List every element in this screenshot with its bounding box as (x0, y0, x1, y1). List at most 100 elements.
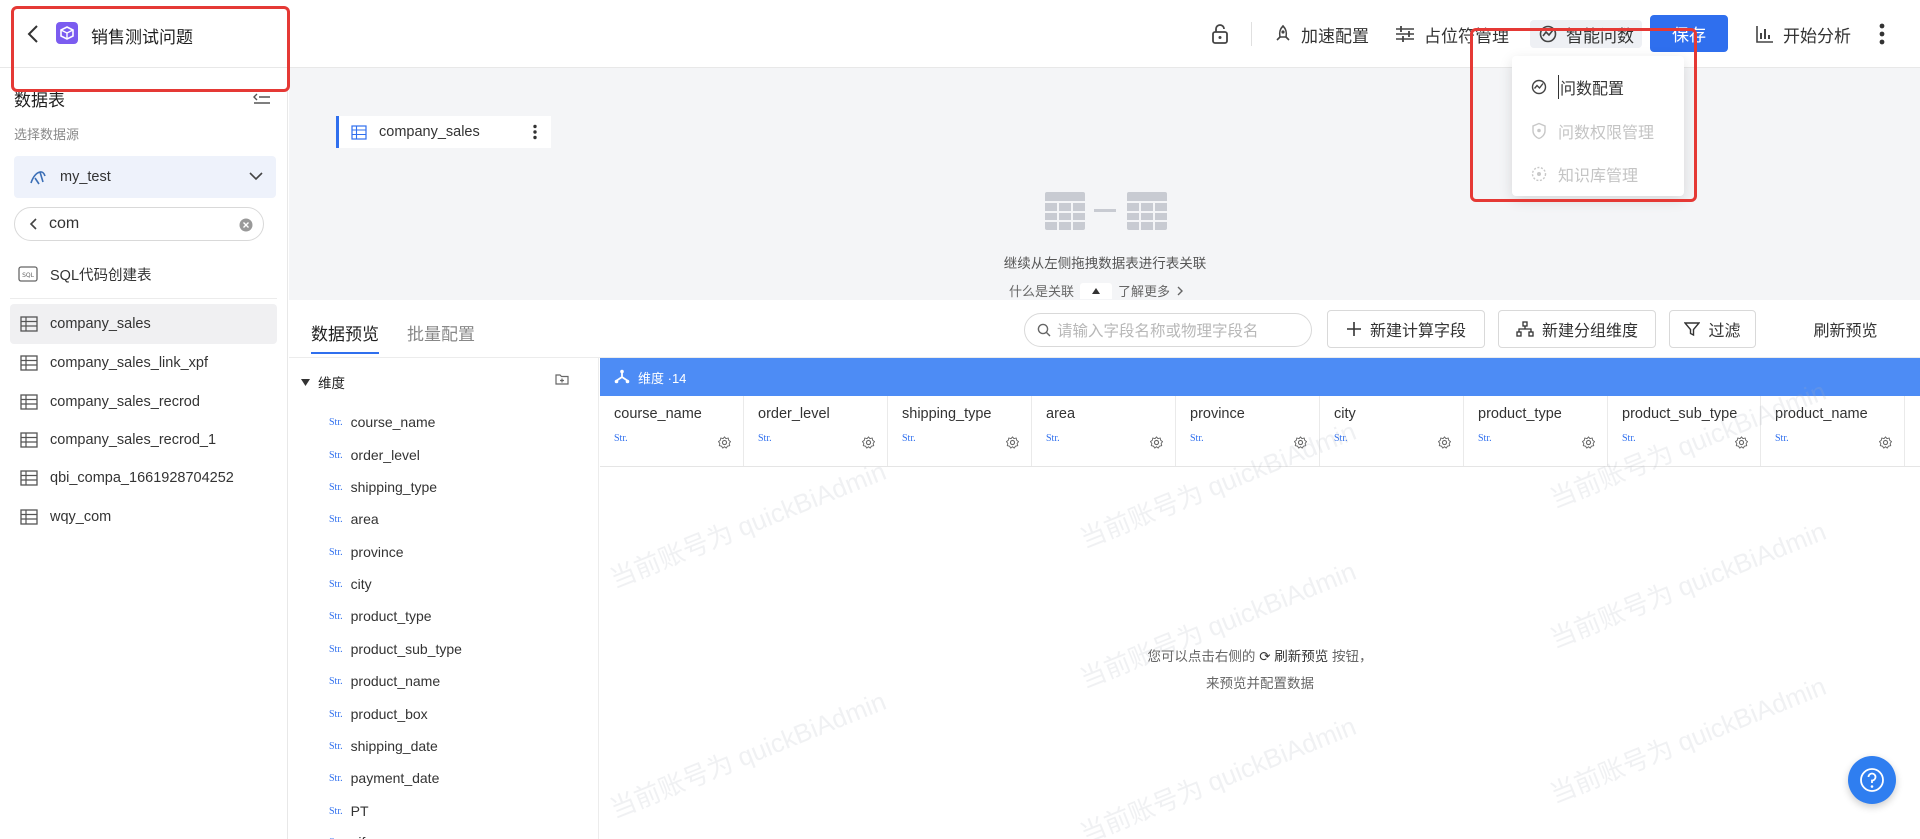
clear-icon[interactable] (239, 218, 253, 232)
join-tables-illustration (1045, 190, 1167, 232)
gear-icon[interactable] (1006, 436, 1019, 449)
lock-icon[interactable] (1209, 22, 1231, 46)
collapse-toggle[interactable] (1080, 282, 1113, 299)
help-button[interactable] (1848, 756, 1896, 804)
field-name: product_sub_type (350, 641, 462, 657)
search-back-icon[interactable] (27, 216, 39, 232)
column-header[interactable]: product_sub_type Str. (1608, 396, 1761, 466)
sql-create-table-button[interactable]: SQL SQL代码创建表 (10, 254, 277, 294)
table-icon (20, 470, 38, 486)
table-icon (351, 124, 367, 140)
save-button[interactable]: 保存 (1650, 15, 1728, 52)
table-item-label: wqy_com (50, 509, 112, 525)
back-icon[interactable] (24, 22, 44, 46)
string-type-icon: Str. (1334, 433, 1348, 444)
table-icon (20, 509, 38, 525)
field-name: payment_date (350, 770, 440, 786)
gear-icon[interactable] (1582, 436, 1595, 449)
dimension-header-bar: 维度 ·14 (600, 358, 1920, 396)
column-header[interactable]: province Str. (1176, 396, 1320, 466)
field-item[interactable]: Str. city (329, 574, 372, 594)
join-help-link[interactable]: 什么是关联 了解更多 (1009, 281, 1184, 300)
field-item[interactable]: Str. product_sub_type (329, 639, 462, 659)
tab-batch-config[interactable]: 批量配置 (407, 320, 475, 345)
menu-item-query-permission[interactable]: 问数权限管理 (1530, 114, 1654, 148)
field-item[interactable]: Str.pifa (329, 832, 373, 839)
field-item[interactable]: Str. product_type (329, 606, 432, 626)
string-type-icon: Str. (758, 433, 772, 444)
field-item[interactable]: Str. area (329, 509, 379, 529)
table-search-input[interactable]: com (14, 207, 264, 241)
string-type-icon: Str. (329, 675, 343, 687)
column-header[interactable]: order_level Str. (744, 396, 888, 466)
gear-icon[interactable] (1879, 436, 1892, 449)
column-header[interactable]: product_type Str. (1464, 396, 1608, 466)
datasource-value: my_test (60, 169, 111, 185)
new-calc-field-button[interactable]: 新建计算字段 (1327, 310, 1485, 348)
table-item-company_sales_link_xpf[interactable]: company_sales_link_xpf (10, 343, 277, 383)
column-name: product_type (1478, 406, 1562, 422)
filter-button[interactable]: 过滤 (1669, 310, 1756, 348)
gear-icon[interactable] (1438, 436, 1451, 449)
column-name: order_level (758, 406, 830, 422)
table-item-wqy_com[interactable]: wqy_com (10, 497, 277, 537)
field-item[interactable]: Str. shipping_date (329, 736, 438, 756)
menu-item-label: 问数权限管理 (1558, 125, 1655, 142)
svg-text:SQL: SQL (22, 272, 35, 279)
table-icon (20, 432, 38, 448)
column-header[interactable]: area Str. (1032, 396, 1176, 466)
speed-config-button[interactable]: 加速配置 (1273, 20, 1369, 48)
field-item[interactable]: Str. province (329, 542, 404, 562)
add-folder-icon[interactable] (555, 373, 569, 385)
dataset-icon (56, 22, 78, 44)
field-item[interactable]: Str. product_box (329, 704, 428, 724)
field-item[interactable]: Str. shipping_type (329, 477, 437, 497)
more-vertical-icon[interactable] (533, 124, 537, 140)
more-vertical-icon[interactable] (1876, 20, 1888, 48)
new-group-dimension-button[interactable]: 新建分组维度 (1498, 310, 1656, 348)
field-item[interactable]: Str. course_name (329, 412, 435, 432)
join-help-right: 了解更多 (1118, 284, 1171, 299)
string-type-icon: Str. (329, 805, 343, 817)
table-item-qbi_compa[interactable]: qbi_compa_1661928704252 (10, 458, 277, 498)
dimension-group-toggle[interactable]: 维度 (301, 372, 345, 392)
refresh-preview-button[interactable]: 刷新预览 (1772, 310, 1895, 348)
column-header[interactable]: product_name Str. (1761, 396, 1905, 466)
empty-state-refresh-link[interactable]: 刷新预览 (1274, 649, 1328, 664)
gear-icon[interactable] (1150, 436, 1163, 449)
inline-refresh-icon: ⟳ (1259, 649, 1271, 664)
gear-icon[interactable] (1735, 436, 1748, 449)
column-name: area (1046, 406, 1076, 422)
smart-query-button[interactable]: 智能问数 (1530, 20, 1642, 48)
datasource-select[interactable]: my_test (14, 156, 276, 198)
tab-data-preview[interactable]: 数据预览 (311, 320, 379, 345)
table-item-company_sales[interactable]: company_sales (10, 304, 277, 344)
menu-item-knowledge-base[interactable]: 知识库管理 (1530, 157, 1638, 191)
column-header[interactable]: city Str. (1320, 396, 1464, 466)
column-name: province (1190, 406, 1245, 422)
start-analysis-button[interactable]: 开始分析 (1755, 20, 1851, 48)
collapse-panel-icon[interactable] (253, 89, 271, 105)
string-type-icon: Str. (329, 643, 343, 655)
gear-icon[interactable] (862, 436, 875, 449)
table-card[interactable]: company_sales (336, 116, 551, 148)
column-header[interactable]: shipping_type Str. (888, 396, 1032, 466)
table-item-company_sales_recrod_1[interactable]: company_sales_recrod_1 (10, 420, 277, 460)
menu-item-query-config[interactable]: 问数配置 (1530, 70, 1624, 104)
field-item[interactable]: Str. product_name (329, 671, 440, 691)
menu-item-label: 问数配置 (1558, 75, 1624, 99)
string-type-icon: Str. (1622, 433, 1636, 444)
field-item[interactable]: Str. payment_date (329, 768, 439, 788)
gear-icon[interactable] (1294, 436, 1307, 449)
table-item-company_sales_recrod[interactable]: company_sales_recrod (10, 382, 277, 422)
field-search-input[interactable]: 请输入字段名称或物理字段名 (1024, 313, 1312, 347)
table-item-label: company_sales_recrod (50, 394, 200, 410)
field-item[interactable]: Str. order_level (329, 445, 420, 465)
join-help-left: 什么是关联 (1009, 284, 1075, 299)
column-header[interactable]: course_name Str. (600, 396, 744, 466)
field-item[interactable]: Str. PT (329, 801, 369, 821)
placeholder-management-button[interactable]: 占位符管理 (1394, 20, 1509, 48)
gear-icon[interactable] (718, 436, 731, 449)
help-icon (1860, 768, 1884, 792)
string-type-icon: Str. (1775, 433, 1789, 444)
